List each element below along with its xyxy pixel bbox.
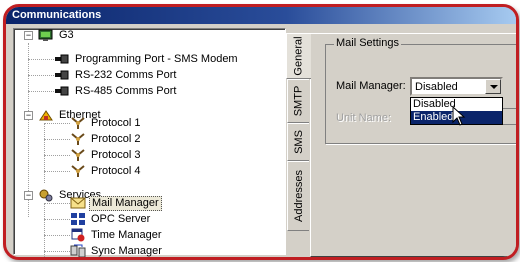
tree-node-programming-port[interactable]: Programming Port - SMS Modem — [54, 51, 240, 67]
tree-node-sync-manager[interactable]: Sync Manager — [70, 243, 164, 257]
general-settings-panel: Mail Settings Mail Manager: Unit Name: — [310, 33, 516, 257]
device-icon — [38, 28, 54, 42]
mouse-cursor-icon — [452, 106, 466, 126]
mail-manager-select[interactable]: Disabled — [410, 77, 503, 96]
tree-node-g3[interactable]: G3 — [38, 27, 76, 43]
envelope-icon — [70, 196, 86, 210]
port-plug-icon — [54, 84, 70, 98]
tree-node-protocol-1[interactable]: Protocol 1 — [70, 115, 143, 131]
tree-node-mail-manager[interactable]: Mail Manager — [70, 195, 162, 211]
chevron-down-icon[interactable] — [485, 79, 501, 94]
protocol-icon — [70, 116, 86, 130]
window-title: Communications — [6, 7, 516, 24]
protocol-icon — [70, 148, 86, 162]
services-gears-icon — [38, 188, 54, 202]
sync-icon — [70, 244, 86, 257]
protocol-icon — [70, 132, 86, 146]
tab-sms[interactable]: SMS — [287, 123, 309, 161]
port-plug-icon — [54, 68, 70, 82]
mail-manager-label: Mail Manager: — [336, 80, 406, 92]
unit-name-label: Unit Name: — [336, 112, 392, 124]
tab-smtp[interactable]: SMTP — [287, 79, 309, 123]
collapse-root-icon[interactable]: − — [24, 31, 33, 40]
tree-node-time-manager[interactable]: Time Manager — [70, 227, 164, 243]
calendar-clock-icon — [70, 228, 86, 242]
communications-window: Communications − G3 Programming Port - S… — [3, 4, 519, 260]
tree-node-protocol-4[interactable]: Protocol 4 — [70, 163, 143, 179]
collapse-ethernet-icon[interactable]: − — [24, 111, 33, 120]
tree-node-rs232-port[interactable]: RS-232 Comms Port — [54, 67, 178, 83]
tree-node-protocol-3[interactable]: Protocol 3 — [70, 147, 143, 163]
protocol-icon — [70, 164, 86, 178]
tree-node-opc-server[interactable]: OPC Server — [70, 211, 152, 227]
tree-node-protocol-2[interactable]: Protocol 2 — [70, 131, 143, 147]
collapse-services-icon[interactable]: − — [24, 191, 33, 200]
tree-node-rs485-port[interactable]: RS-485 Comms Port — [54, 83, 178, 99]
ethernet-icon — [38, 108, 54, 122]
port-plug-icon — [54, 52, 70, 66]
opc-server-icon — [70, 212, 86, 226]
tab-general[interactable]: General — [286, 33, 311, 79]
settings-tabs: General SMTP SMS Addresses — [286, 33, 311, 253]
tab-addresses[interactable]: Addresses — [287, 161, 309, 231]
navigation-tree[interactable]: − G3 Programming Port - SMS Modem RS-232… — [13, 27, 286, 257]
mail-settings-title: Mail Settings — [334, 37, 401, 49]
